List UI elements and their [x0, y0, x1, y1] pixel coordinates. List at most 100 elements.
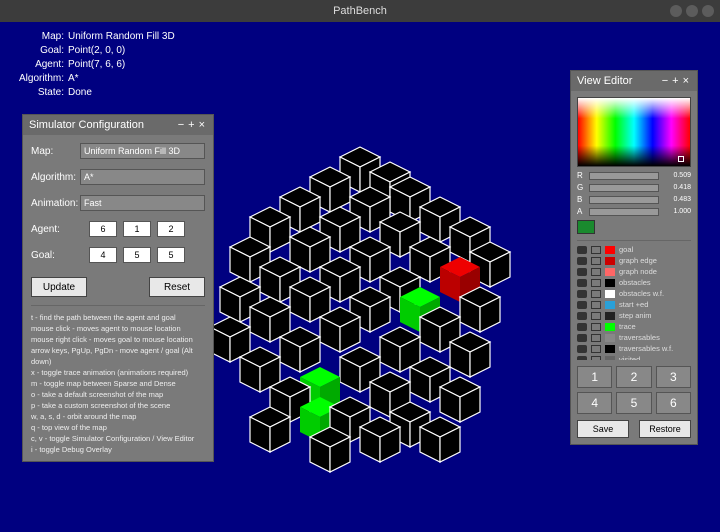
layer-color-swatch[interactable]	[605, 356, 615, 361]
agent-x-input[interactable]	[89, 221, 117, 237]
layer-color-swatch[interactable]	[605, 345, 615, 353]
layer-checkbox[interactable]	[591, 301, 601, 309]
restore-button[interactable]: Restore	[639, 420, 691, 438]
update-button[interactable]: Update	[31, 277, 87, 297]
anim-label: Animation:	[31, 198, 80, 209]
anim-input[interactable]	[80, 195, 205, 211]
layer-checkbox[interactable]	[591, 356, 601, 361]
channel-slider[interactable]	[589, 184, 659, 192]
save-button[interactable]: Save	[577, 420, 629, 438]
preset-6-button[interactable]: 6	[656, 392, 691, 414]
map-input[interactable]	[80, 143, 205, 159]
panel-header[interactable]: View Editor − + ×	[571, 71, 697, 91]
layer-checkbox[interactable]	[591, 257, 601, 265]
minimize-icon[interactable]: −	[176, 119, 186, 131]
close-icon[interactable]	[702, 5, 714, 17]
visibility-icon[interactable]	[577, 356, 587, 361]
goal-y-input[interactable]	[123, 247, 151, 263]
hud-agent-value: Point(7, 6, 6)	[68, 59, 125, 70]
layer-name: step anim	[619, 311, 652, 320]
color-swatch[interactable]	[577, 220, 595, 234]
preset-4-button[interactable]: 4	[577, 392, 612, 414]
layer-row[interactable]: visited	[577, 355, 691, 360]
layer-checkbox[interactable]	[591, 246, 601, 254]
visibility-icon[interactable]	[577, 345, 587, 353]
algo-label: Algorithm:	[31, 172, 80, 183]
visibility-icon[interactable]	[577, 323, 587, 331]
preset-5-button[interactable]: 5	[616, 392, 651, 414]
layer-checkbox[interactable]	[591, 345, 601, 353]
hud-state-value: Done	[68, 87, 92, 98]
help-line: w, a, s, d - orbit around the map	[31, 411, 205, 422]
visibility-icon[interactable]	[577, 301, 587, 309]
preset-3-button[interactable]: 3	[656, 366, 691, 388]
viewport[interactable]: Map:Uniform Random Fill 3D Goal:Point(2,…	[0, 22, 720, 532]
layer-checkbox[interactable]	[591, 312, 601, 320]
layer-row[interactable]: traversables	[577, 333, 691, 342]
layer-name: traversables w.f.	[619, 344, 673, 353]
close-icon[interactable]: ×	[681, 75, 691, 87]
goal-x-input[interactable]	[89, 247, 117, 263]
layer-row[interactable]: obstacles	[577, 278, 691, 287]
layer-color-swatch[interactable]	[605, 279, 615, 287]
layer-color-swatch[interactable]	[605, 323, 615, 331]
layer-checkbox[interactable]	[591, 279, 601, 287]
preset-2-button[interactable]: 2	[616, 366, 651, 388]
3d-scene[interactable]	[190, 117, 530, 477]
map-label: Map:	[31, 146, 80, 157]
visibility-icon[interactable]	[577, 257, 587, 265]
goal-z-input[interactable]	[157, 247, 185, 263]
panel-header[interactable]: Simulator Configuration − + ×	[23, 115, 213, 135]
layer-checkbox[interactable]	[591, 290, 601, 298]
layer-row[interactable]: start +ed	[577, 300, 691, 309]
minimize-icon[interactable]: −	[660, 75, 670, 87]
expand-icon[interactable]: +	[670, 75, 680, 87]
visibility-icon[interactable]	[577, 268, 587, 276]
layer-color-swatch[interactable]	[605, 301, 615, 309]
expand-icon[interactable]: +	[186, 119, 196, 131]
preset-1-button[interactable]: 1	[577, 366, 612, 388]
layer-name: traversables	[619, 333, 660, 342]
layer-row[interactable]: step anim	[577, 311, 691, 320]
layer-color-swatch[interactable]	[605, 312, 615, 320]
layer-color-swatch[interactable]	[605, 257, 615, 265]
layer-row[interactable]: graph edge	[577, 256, 691, 265]
agent-z-input[interactable]	[157, 221, 185, 237]
layer-name: graph node	[619, 267, 657, 276]
layer-color-swatch[interactable]	[605, 268, 615, 276]
layer-row[interactable]: graph node	[577, 267, 691, 276]
layer-checkbox[interactable]	[591, 268, 601, 276]
layer-color-swatch[interactable]	[605, 246, 615, 254]
layer-row[interactable]: traversables w.f.	[577, 344, 691, 353]
maximize-icon[interactable]	[686, 5, 698, 17]
close-icon[interactable]: ×	[197, 119, 207, 131]
channel-slider[interactable]	[589, 208, 659, 216]
layer-name: goal	[619, 245, 633, 254]
visibility-icon[interactable]	[577, 246, 587, 254]
channel-slider[interactable]	[589, 172, 659, 180]
hud-map-value: Uniform Random Fill 3D	[68, 31, 175, 42]
visibility-icon[interactable]	[577, 290, 587, 298]
layer-checkbox[interactable]	[591, 323, 601, 331]
help-line: arrow keys, PgUp, PgDn - move agent / go…	[31, 345, 205, 367]
help-line: m - toggle map between Sparse and Dense	[31, 378, 205, 389]
layer-name: start +ed	[619, 300, 648, 309]
minimize-icon[interactable]	[670, 5, 682, 17]
visibility-icon[interactable]	[577, 334, 587, 342]
layer-row[interactable]: obstacles w.f.	[577, 289, 691, 298]
channel-slider[interactable]	[589, 196, 659, 204]
layer-row[interactable]: trace	[577, 322, 691, 331]
agent-y-input[interactable]	[123, 221, 151, 237]
layer-checkbox[interactable]	[591, 334, 601, 342]
layer-name: graph edge	[619, 256, 657, 265]
layer-list: goal graph edge graph node obstacles obstacl…	[577, 240, 691, 360]
visibility-icon[interactable]	[577, 279, 587, 287]
layer-row[interactable]: goal	[577, 245, 691, 254]
layer-color-swatch[interactable]	[605, 334, 615, 342]
visibility-icon[interactable]	[577, 312, 587, 320]
algo-input[interactable]	[80, 169, 205, 185]
hud-state-label: State:	[16, 86, 64, 100]
color-picker[interactable]	[577, 97, 691, 167]
reset-button[interactable]: Reset	[149, 277, 205, 297]
layer-color-swatch[interactable]	[605, 290, 615, 298]
